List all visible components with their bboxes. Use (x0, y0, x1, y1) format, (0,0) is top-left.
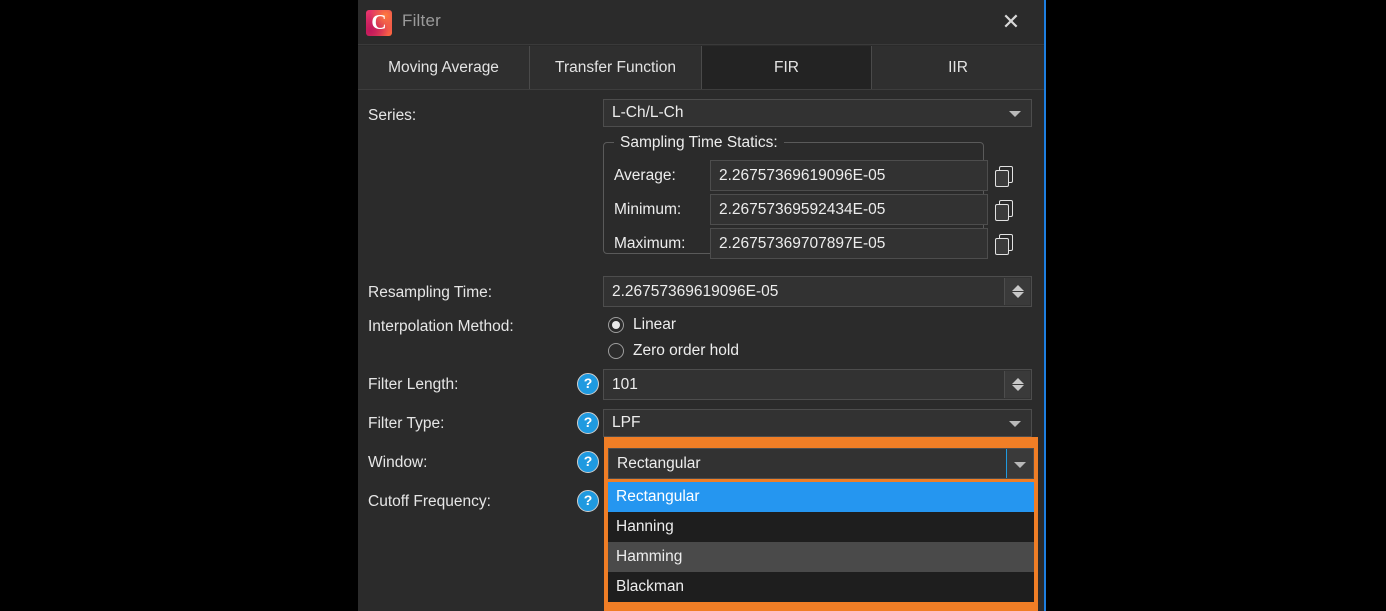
filter-type-label: Filter Type: (368, 415, 445, 432)
series-combo[interactable]: L-Ch/L-Ch (603, 99, 1032, 127)
radio-zero-order-hold[interactable]: Zero order hold (608, 342, 739, 360)
screen: C Filter ✕ Moving Average Transfer Funct… (0, 0, 1386, 611)
radio-button-icon (608, 343, 624, 359)
stepper-down-icon[interactable] (1011, 292, 1024, 298)
tab-fir[interactable]: FIR (702, 46, 872, 89)
window-label: Window: (368, 454, 428, 471)
series-combo-value: L-Ch/L-Ch (612, 104, 684, 122)
filter-length-label: Filter Length: (368, 376, 459, 393)
interpolation-method-label: Interpolation Method: (368, 318, 514, 335)
maximum-value: 2.26757369707897E-05 (719, 234, 886, 252)
close-icon[interactable]: ✕ (994, 6, 1028, 38)
resampling-time-stepper[interactable] (1004, 278, 1030, 305)
resampling-time-value: 2.26757369619096E-05 (612, 282, 779, 300)
window-combo[interactable]: Rectangular (608, 448, 1034, 479)
copy-icon-front-page (995, 204, 1009, 221)
radio-linear-label: Linear (633, 316, 677, 333)
filter-type-value: LPF (612, 414, 641, 432)
minimum-field[interactable]: 2.26757369592434E-05 (710, 194, 988, 225)
minimum-value: 2.26757369592434E-05 (719, 200, 886, 218)
radio-button-icon (608, 317, 624, 333)
filter-length-stepper[interactable] (1004, 371, 1030, 398)
maximum-label: Maximum: (614, 235, 686, 252)
stepper-down-icon[interactable] (1011, 385, 1024, 391)
sampling-time-statics-title: Sampling Time Statics: (614, 134, 784, 152)
filter-length-field[interactable]: 101 (603, 369, 1032, 400)
tab-iir[interactable]: IIR (872, 46, 1044, 89)
filter-length-value: 101 (612, 375, 638, 393)
chevron-down-icon (1009, 421, 1021, 427)
app-logo-icon: C (366, 10, 392, 36)
radio-linear[interactable]: Linear (608, 316, 676, 334)
resampling-time-label: Resampling Time: (368, 284, 493, 301)
stepper-up-icon[interactable] (1011, 378, 1024, 384)
copy-icon-average[interactable] (994, 165, 1016, 187)
title-bar: C Filter ✕ (358, 0, 1044, 45)
help-icon-filter-type[interactable]: ? (577, 412, 599, 434)
dropdown-item-hanning[interactable]: Hanning (608, 512, 1034, 542)
copy-icon-front-page (995, 238, 1009, 255)
app-logo-glyph: C (371, 10, 387, 34)
stepper-up-icon[interactable] (1011, 285, 1024, 291)
minimum-label: Minimum: (614, 201, 682, 218)
tab-moving-average[interactable]: Moving Average (358, 46, 530, 89)
radio-zero-order-hold-label: Zero order hold (633, 342, 739, 359)
window-title: Filter (402, 11, 441, 30)
maximum-field[interactable]: 2.26757369707897E-05 (710, 228, 988, 259)
average-label: Average: (614, 167, 676, 184)
average-field[interactable]: 2.26757369619096E-05 (710, 160, 988, 191)
help-icon-window[interactable]: ? (577, 451, 599, 473)
copy-icon-maximum[interactable] (994, 233, 1016, 255)
help-icon-filter-length[interactable]: ? (577, 373, 599, 395)
tab-transfer-function[interactable]: Transfer Function (530, 46, 702, 89)
resampling-time-field[interactable]: 2.26757369619096E-05 (603, 276, 1032, 307)
dropdown-item-rectangular[interactable]: Rectangular (608, 482, 1034, 512)
copy-icon-minimum[interactable] (994, 199, 1016, 221)
copy-icon-front-page (995, 170, 1009, 187)
dropdown-item-blackman[interactable]: Blackman (608, 572, 1034, 602)
help-icon-cutoff-frequency[interactable]: ? (577, 490, 599, 512)
average-value: 2.26757369619096E-05 (719, 166, 886, 184)
window-combo-value: Rectangular (617, 454, 701, 472)
dropdown-item-hamming[interactable]: Hamming (608, 542, 1034, 572)
series-label: Series: (368, 107, 417, 124)
window-dropdown-list: Rectangular Hanning Hamming Blackman (608, 482, 1034, 602)
filter-type-combo[interactable]: LPF (603, 409, 1032, 437)
chevron-down-icon[interactable] (1006, 449, 1033, 478)
tab-bar: Moving Average Transfer Function FIR IIR (358, 46, 1044, 90)
chevron-down-icon (1009, 111, 1021, 117)
cutoff-frequency-label: Cutoff Frequency: (368, 493, 491, 510)
